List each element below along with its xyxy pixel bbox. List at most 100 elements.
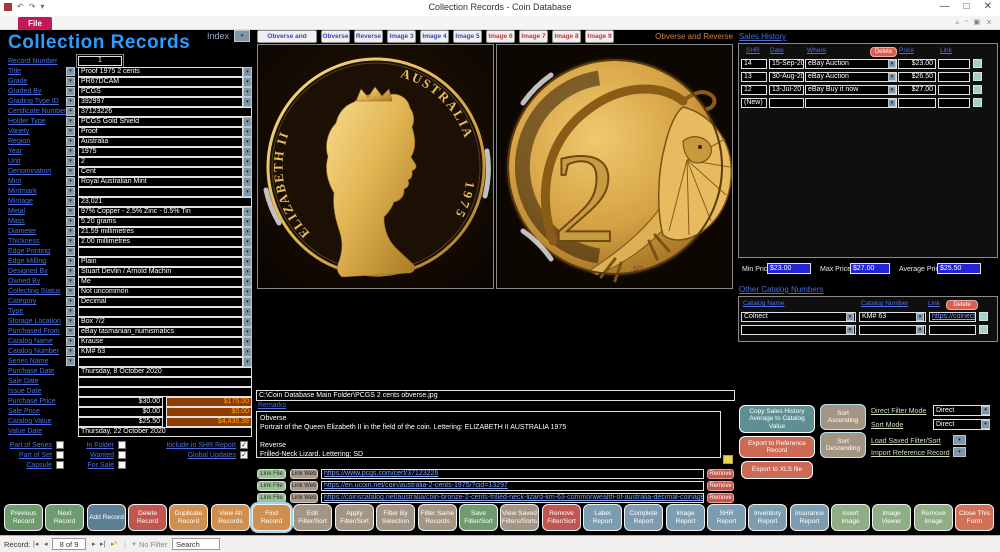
sale-price-field[interactable]: $0.00 [78, 407, 163, 417]
field-label-denomination[interactable]: Denomination [8, 167, 51, 176]
catalog-link-field[interactable] [929, 325, 976, 335]
checkbox-for-sale[interactable] [118, 461, 126, 469]
value-date-field[interactable]: Thursday, 22 October 2020 [78, 427, 252, 437]
next-record-icon[interactable]: ▸ [92, 540, 96, 550]
right-dropdown-icon[interactable]: ▾ [243, 347, 252, 357]
checkbox-include-in-shr-report[interactable]: ✓ [240, 441, 248, 449]
duplicate-record-button[interactable]: Duplicate Record [169, 504, 208, 531]
first-record-icon[interactable]: |◂ [33, 540, 38, 550]
catalog-name-dropdown-icon[interactable]: ▾ [846, 313, 854, 321]
unit-field[interactable]: 2 [78, 157, 243, 167]
field-label-catalog-number[interactable]: Catalog Number [8, 347, 59, 356]
variety-field[interactable]: Proof [78, 127, 243, 137]
right-dropdown-icon[interactable]: ▾ [243, 207, 252, 217]
catalog-delete-button[interactable]: Delete [946, 300, 978, 310]
left-dropdown-icon[interactable]: ▾ [66, 197, 75, 206]
sort-descending-button[interactable]: Sort Descending [820, 432, 866, 458]
right-dropdown-icon[interactable]: ▾ [243, 147, 252, 157]
left-dropdown-icon[interactable]: ▾ [66, 237, 75, 246]
thickness-field[interactable]: 2.00 millimetres [78, 237, 243, 247]
field-label-storage-location[interactable]: Storage Location [8, 317, 61, 326]
filter-same-records-button[interactable]: Filter Same Records [418, 504, 457, 531]
left-dropdown-icon[interactable]: ▾ [66, 327, 75, 336]
left-dropdown-icon[interactable]: ▾ [66, 337, 75, 346]
field-label-thickness[interactable]: Thickness [8, 237, 40, 246]
catalog-number-dropdown-icon[interactable]: ▾ [916, 326, 924, 334]
shr-report-button[interactable]: SHR Report [707, 504, 746, 531]
left-dropdown-icon[interactable]: ▾ [66, 127, 75, 136]
tab-image-7[interactable]: Image 7 [519, 30, 548, 43]
storage-location-field[interactable]: Box 7/2 [78, 317, 243, 327]
right-dropdown-icon[interactable]: ▾ [243, 297, 252, 307]
left-dropdown-icon[interactable]: ▾ [66, 137, 75, 146]
right-dropdown-icon[interactable]: ▾ [243, 357, 252, 367]
right-dropdown-icon[interactable]: ▾ [243, 67, 252, 77]
insurance-report-button[interactable]: Insurance Report [790, 504, 829, 531]
insert-image-button[interactable]: Insert Image [831, 504, 870, 531]
sales-link-button[interactable] [973, 98, 982, 107]
catalog-link-button[interactable] [979, 325, 988, 334]
label-report-button[interactable]: Label Report [583, 504, 622, 531]
sales-link-field[interactable] [938, 85, 970, 95]
field-label-purchase-price[interactable]: Purchase Price [8, 397, 55, 406]
field-label-title[interactable]: Title [8, 67, 21, 76]
sales-price-field[interactable]: $23.00 [898, 59, 936, 69]
save-filter-sort-button[interactable]: Save Filter/Sort [459, 504, 498, 531]
purchase-price-alt-field[interactable]: $175.00 [166, 397, 252, 407]
field-label-edge-printing[interactable]: Edge Printing [8, 247, 50, 256]
max-price-field[interactable]: $27.00 [850, 263, 890, 274]
field-label-purchase-date[interactable]: Purchase Date [8, 367, 54, 376]
sales-shr-field[interactable]: (New) [741, 98, 767, 108]
sales-where-dropdown-icon[interactable]: ▾ [888, 86, 896, 94]
no-filter-label[interactable]: No Filter [139, 540, 167, 550]
holder-type-field[interactable]: PCGS Gold Shield [78, 117, 243, 127]
left-dropdown-icon[interactable]: ▾ [66, 277, 75, 286]
link-file-button[interactable]: Link File [257, 493, 286, 503]
left-dropdown-icon[interactable]: ▾ [66, 207, 75, 216]
catalog-number-field[interactable]: KM# 63 [78, 347, 243, 357]
load-saved-filter-label[interactable]: Load Saved Filter/Sort [871, 437, 941, 446]
tab-image-4[interactable]: Image 4 [420, 30, 449, 43]
field-label-type[interactable]: Type [8, 307, 23, 316]
right-dropdown-icon[interactable]: ▾ [243, 277, 252, 287]
sort-mode-dropdown-icon[interactable]: ▾ [981, 420, 990, 429]
close-this-form-button[interactable]: Close This Form [955, 504, 994, 531]
right-dropdown-icon[interactable]: ▾ [243, 287, 252, 297]
link-web-button[interactable]: Link Web [290, 469, 318, 479]
add-record-button[interactable]: Add Record [87, 504, 126, 531]
sales-price-field[interactable]: $27.00 [898, 85, 936, 95]
left-dropdown-icon[interactable]: ▾ [66, 357, 75, 366]
catalog-value-field[interactable]: $25.50 [78, 417, 163, 427]
year-field[interactable]: 1975 [78, 147, 243, 157]
left-dropdown-icon[interactable]: ▾ [66, 307, 75, 316]
apply-filter-sort-button[interactable]: Apply Filter/Sort [335, 504, 374, 531]
field-label-mintmark[interactable]: Mintmark [8, 187, 37, 196]
left-dropdown-icon[interactable]: ▾ [66, 317, 75, 326]
export-to-xls-button[interactable]: Export to XLS file [741, 461, 813, 479]
right-dropdown-icon[interactable]: ▾ [243, 257, 252, 267]
checkbox-in-folder[interactable] [118, 441, 126, 449]
minimize-button[interactable]: — [940, 1, 950, 12]
left-dropdown-icon[interactable]: ▾ [66, 77, 75, 86]
mint-field[interactable]: Royal Australian Mint [78, 177, 243, 187]
left-dropdown-icon[interactable]: ▾ [66, 297, 75, 306]
field-label-grading-type-id[interactable]: Grading Type ID [8, 97, 59, 106]
tab-image-5[interactable]: Image 5 [453, 30, 482, 43]
catalog-name-field[interactable]: Colnect [741, 312, 856, 322]
denomination-field[interactable]: Cent [78, 167, 243, 177]
field-label-catalog-value[interactable]: Catalog Value [8, 417, 51, 426]
sales-link-button[interactable] [973, 72, 982, 81]
catalog-name-field[interactable]: Krause [78, 337, 243, 347]
catalog-col-header-link[interactable]: Link [928, 300, 940, 308]
left-dropdown-icon[interactable]: ▾ [66, 107, 75, 116]
remove-link-button[interactable]: Remove [707, 481, 734, 491]
close-button[interactable]: ✕ [984, 1, 992, 12]
remarks-label[interactable]: Remarks [258, 401, 286, 410]
type-field[interactable] [78, 307, 243, 317]
sales-where-field[interactable]: eBay Buy it now [805, 85, 897, 95]
sales-where-dropdown-icon[interactable]: ▾ [888, 60, 896, 68]
diameter-field[interactable]: 21.59 millimetres [78, 227, 243, 237]
sales-col-header-shr[interactable]: SHR [746, 47, 760, 55]
sales-where-field[interactable] [805, 98, 897, 108]
left-dropdown-icon[interactable]: ▾ [66, 267, 75, 276]
